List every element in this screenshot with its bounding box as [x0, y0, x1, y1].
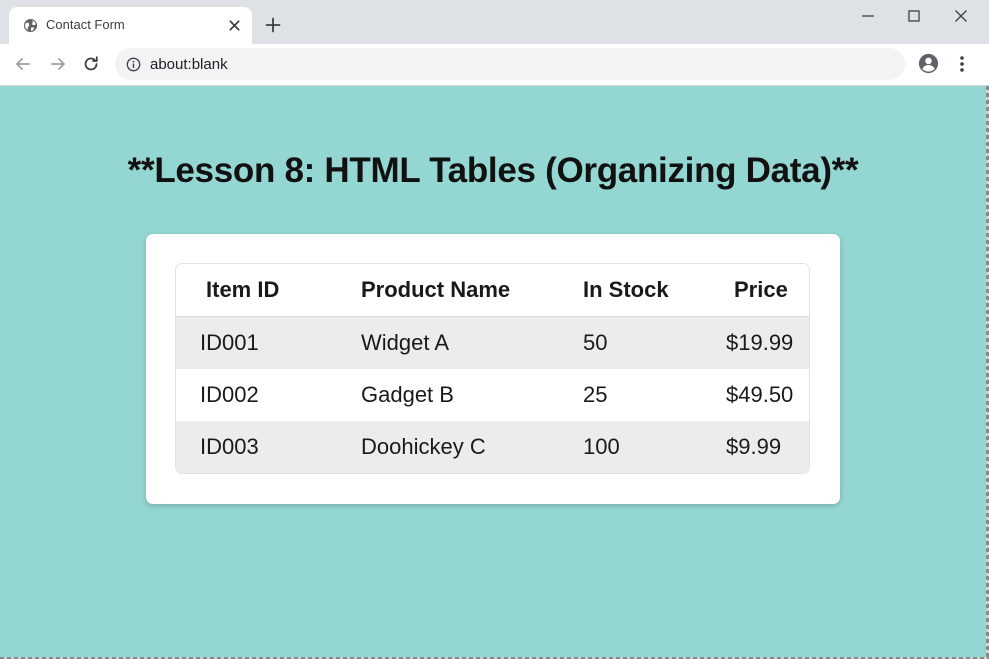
- header-price: Price: [726, 264, 809, 317]
- cell-product-name: Doohickey C: [361, 421, 583, 473]
- globe-icon: [23, 18, 38, 33]
- url-text: about:blank: [150, 56, 228, 73]
- close-icon[interactable]: [227, 18, 242, 33]
- cell-in-stock: 25: [583, 369, 726, 421]
- cell-price: $9.99: [726, 421, 809, 473]
- page-title: **Lesson 8: HTML Tables (Organizing Data…: [127, 151, 859, 190]
- maximize-icon[interactable]: [906, 8, 922, 24]
- tab-contact-form[interactable]: Contact Form: [9, 7, 252, 44]
- header-product-name: Product Name: [361, 264, 583, 317]
- cell-in-stock: 100: [583, 421, 726, 473]
- header-in-stock: In Stock: [583, 264, 726, 317]
- cell-item-id: ID003: [176, 421, 361, 473]
- table-row: ID003 Doohickey C 100 $9.99: [176, 421, 809, 473]
- cell-price: $19.99: [726, 317, 809, 369]
- table-row: ID002 Gadget B 25 $49.50: [176, 369, 809, 421]
- arrow-left-icon[interactable]: [13, 54, 33, 74]
- page-viewport: **Lesson 8: HTML Tables (Organizing Data…: [0, 86, 986, 657]
- info-icon[interactable]: [126, 57, 141, 72]
- arrow-right-icon[interactable]: [48, 54, 68, 74]
- cell-item-id: ID002: [176, 369, 361, 421]
- cell-product-name: Widget A: [361, 317, 583, 369]
- browser-window: Contact Form about:blank **Lesson 8: HTM…: [0, 0, 989, 659]
- browser-toolbar: about:blank: [0, 44, 989, 86]
- cell-item-id: ID001: [176, 317, 361, 369]
- cell-in-stock: 50: [583, 317, 726, 369]
- cell-product-name: Gadget B: [361, 369, 583, 421]
- tab-title: Contact Form: [46, 17, 125, 32]
- kebab-menu-icon[interactable]: [953, 54, 971, 74]
- header-item-id: Item ID: [176, 264, 361, 317]
- close-icon[interactable]: [953, 8, 969, 24]
- minimize-icon[interactable]: [860, 8, 876, 24]
- address-bar[interactable]: about:blank: [115, 48, 905, 80]
- plus-icon[interactable]: [264, 16, 282, 34]
- account-circle-icon[interactable]: [917, 52, 940, 75]
- tab-strip: Contact Form: [0, 0, 989, 44]
- table-row: ID001 Widget A 50 $19.99: [176, 317, 809, 369]
- products-table: Item ID Product Name In Stock Price ID00…: [175, 263, 810, 474]
- table-header-row: Item ID Product Name In Stock Price: [176, 264, 809, 317]
- table-card: Item ID Product Name In Stock Price ID00…: [146, 234, 840, 504]
- reload-icon[interactable]: [81, 54, 101, 74]
- cell-price: $49.50: [726, 369, 809, 421]
